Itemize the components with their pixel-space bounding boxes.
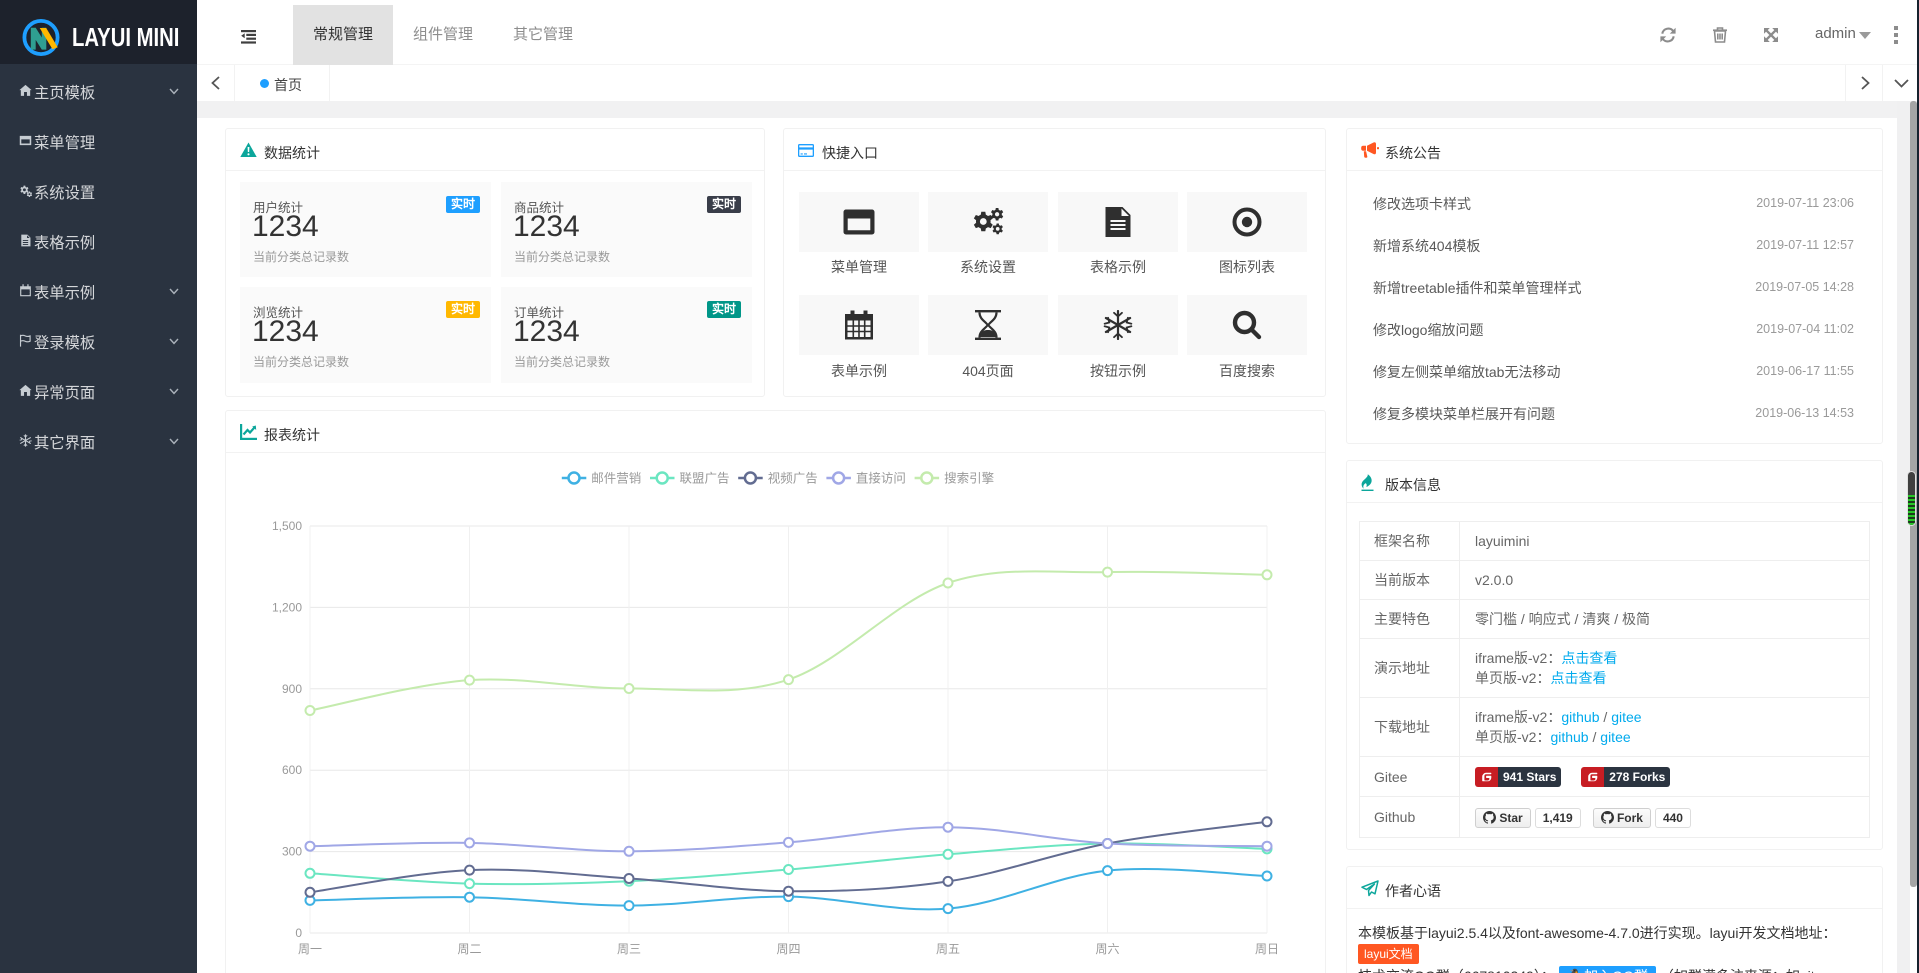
svg-text:600: 600 — [282, 763, 302, 777]
svg-text:周三: 周三 — [617, 942, 641, 956]
svg-text:直接访问: 直接访问 — [856, 471, 906, 486]
svg-text:视频广告: 视频广告 — [768, 471, 818, 486]
svg-text:周六: 周六 — [1095, 942, 1119, 956]
svg-text:周二: 周二 — [457, 942, 481, 956]
svg-text:周一: 周一 — [298, 942, 322, 956]
svg-text:周四: 周四 — [776, 942, 800, 956]
svg-text:联盟广告: 联盟广告 — [680, 472, 730, 486]
svg-text:1,500: 1,500 — [272, 519, 302, 533]
svg-text:0: 0 — [295, 926, 302, 940]
svg-text:1,200: 1,200 — [272, 600, 302, 614]
svg-text:周五: 周五 — [936, 942, 960, 956]
svg-text:300: 300 — [282, 845, 302, 859]
svg-text:900: 900 — [282, 682, 302, 696]
svg-text:邮件营销: 邮件营销 — [591, 472, 641, 486]
svg-text:搜索引擎: 搜索引擎 — [944, 471, 994, 486]
svg-text:周日: 周日 — [1255, 942, 1279, 956]
